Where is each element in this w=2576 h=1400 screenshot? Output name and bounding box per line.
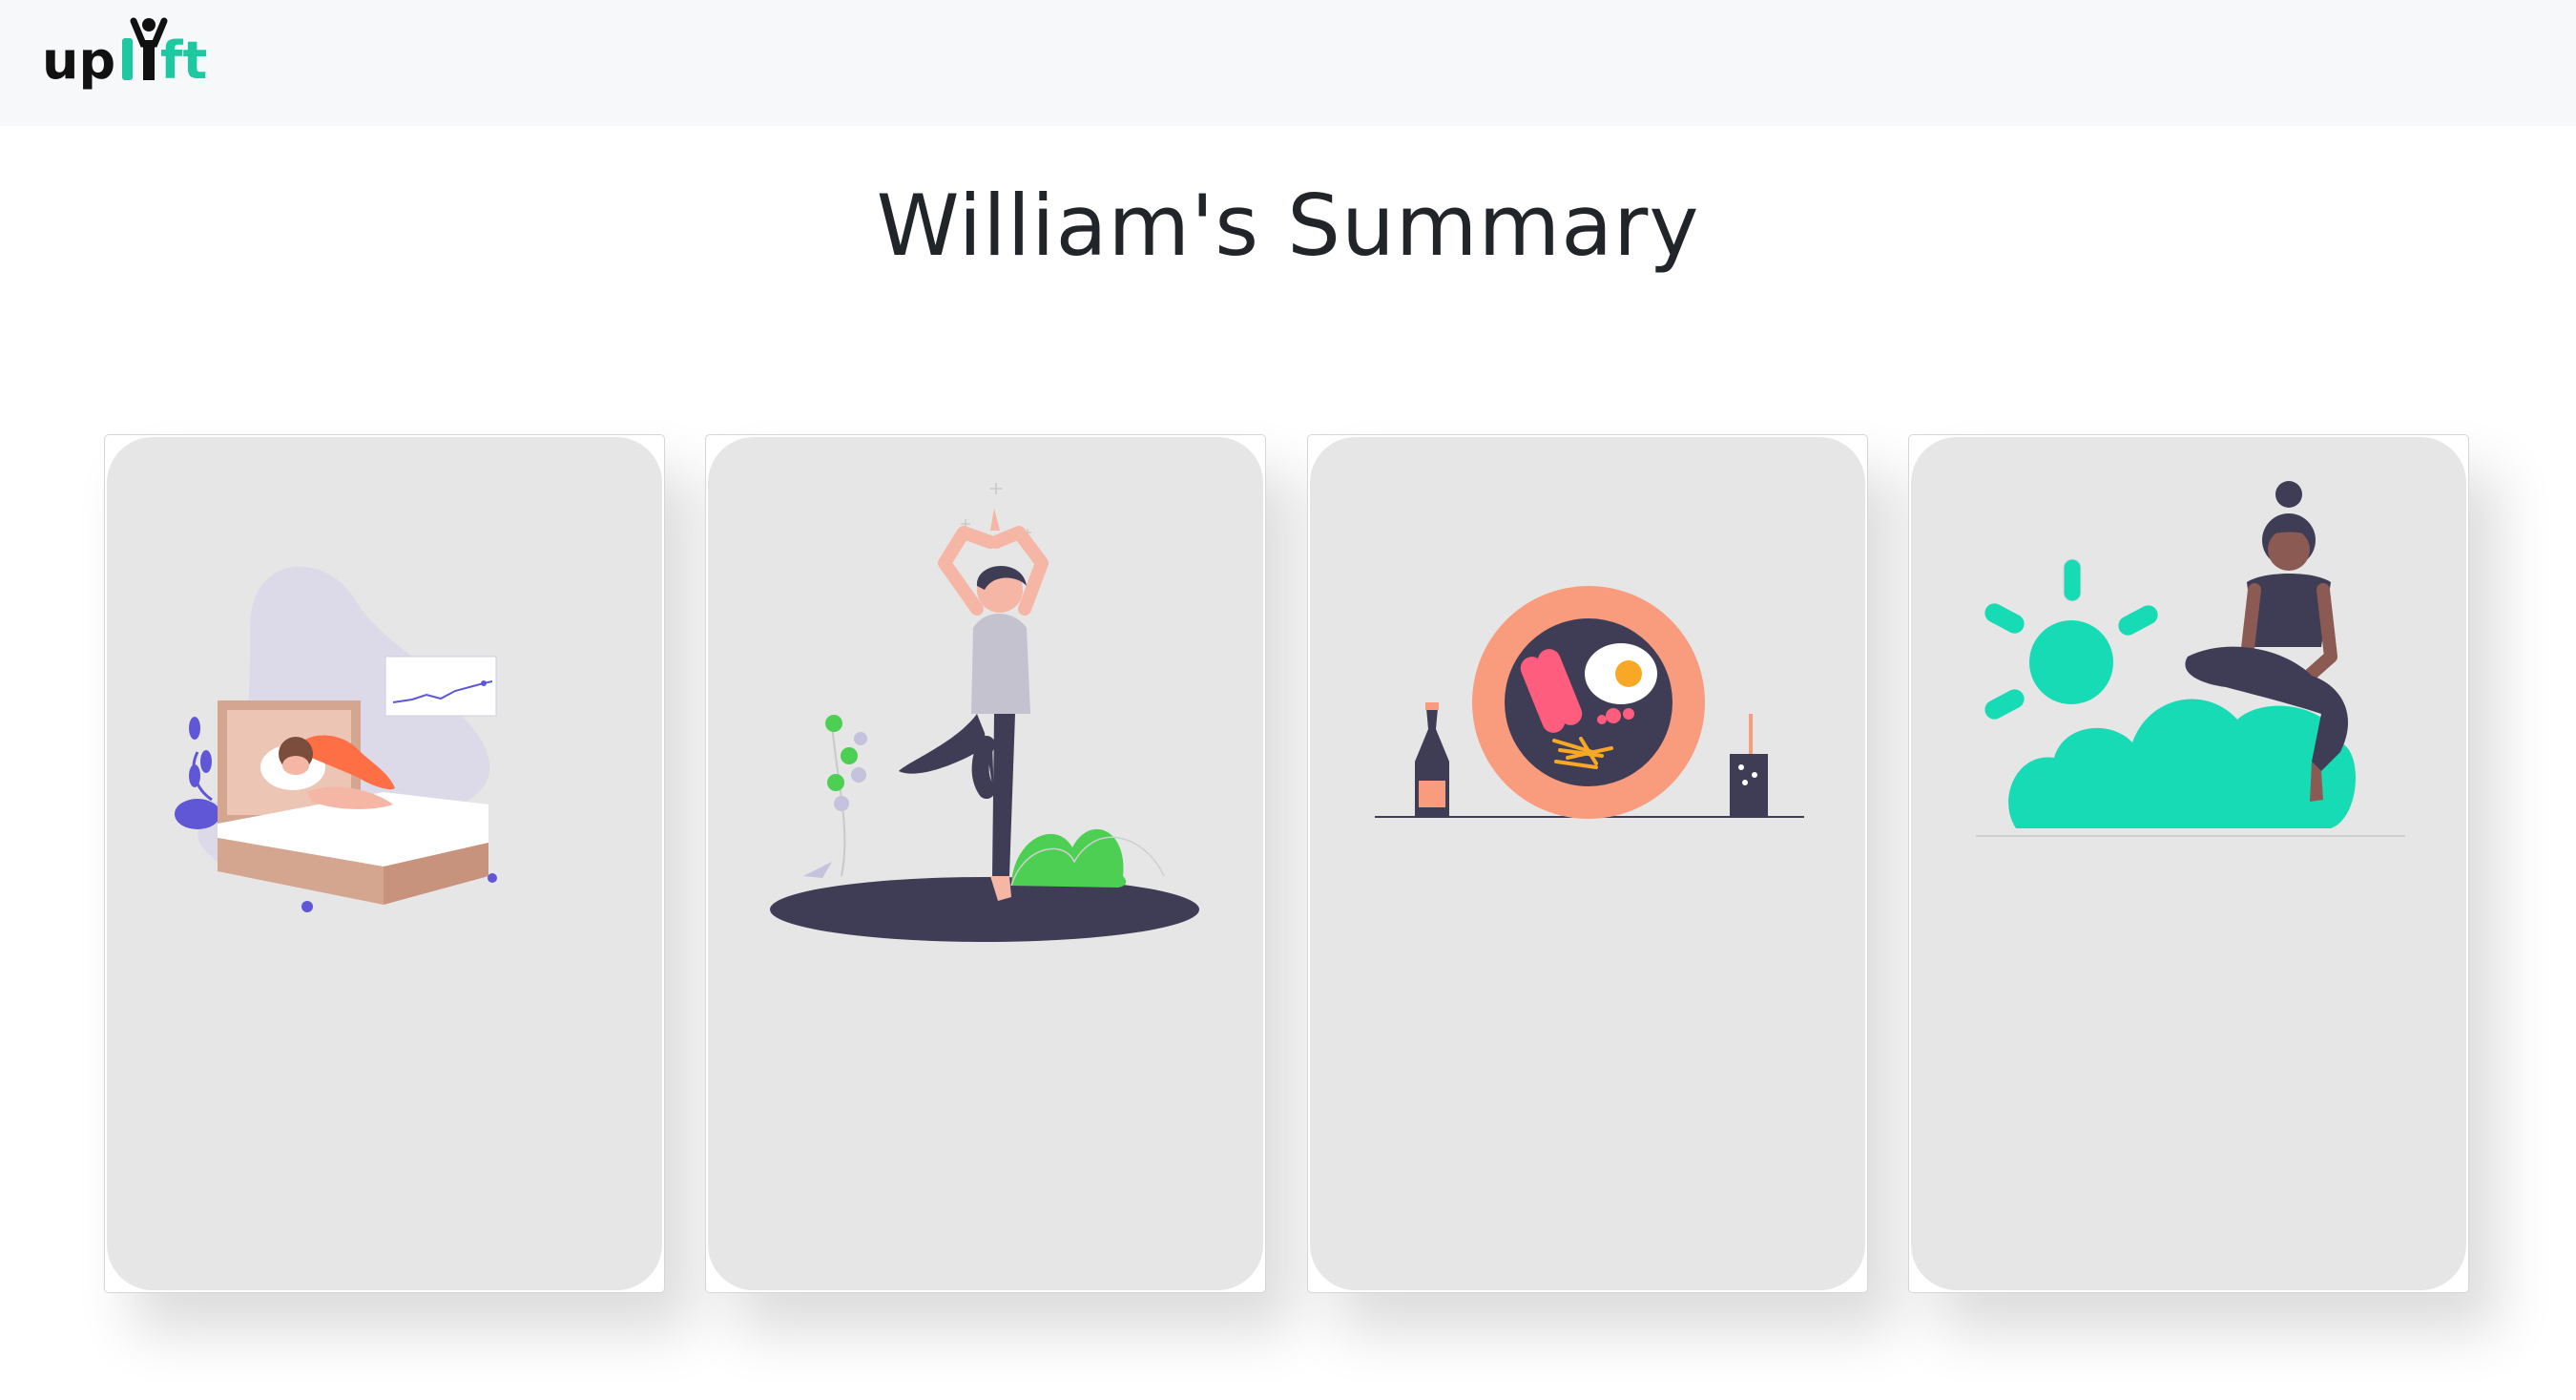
yoga-pose-illustration [770, 483, 1199, 942]
card-body [708, 437, 1263, 1290]
page-title: William's Summary [876, 177, 1700, 275]
card-body [107, 437, 662, 1290]
mood-card[interactable] [1908, 434, 2469, 1293]
woman-on-cloud-illustration [1976, 481, 2405, 837]
breakfast-plate-illustration [1375, 586, 1804, 819]
svg-text:up: up [42, 31, 115, 91]
summary-cards [0, 434, 2576, 1293]
sleep-card[interactable] [104, 434, 665, 1293]
card-body [1310, 437, 1865, 1290]
sleeping-person-illustration [175, 566, 497, 912]
card-body [1911, 437, 2466, 1290]
svg-text:ft: ft [160, 31, 207, 91]
exercise-card[interactable] [705, 434, 1266, 1293]
uplift-logo[interactable]: up ft [42, 15, 214, 94]
food-card[interactable] [1307, 434, 1868, 1293]
navbar: up ft [0, 0, 2576, 126]
